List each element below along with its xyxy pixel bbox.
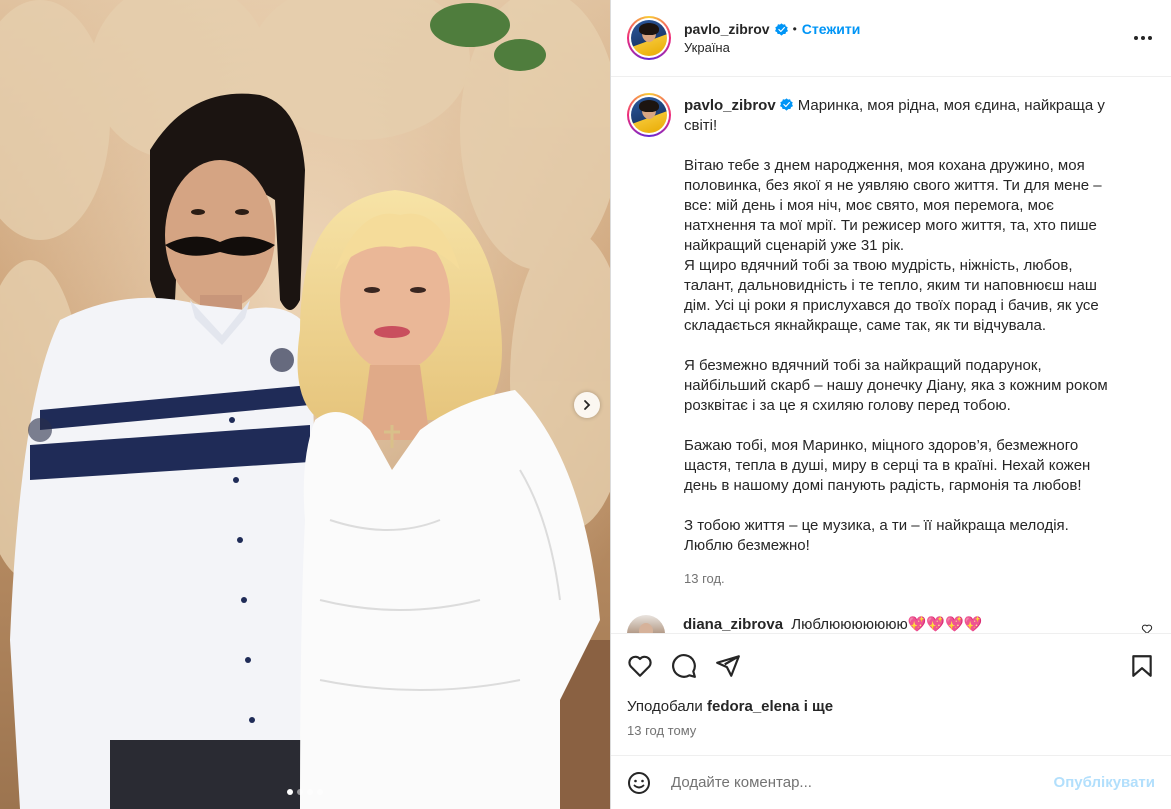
photo-illustration — [0, 0, 610, 809]
carousel-dot — [287, 789, 293, 795]
caption-avatar[interactable] — [627, 93, 671, 137]
likes-suffix[interactable]: і ще — [804, 698, 833, 715]
like-comment-icon[interactable] — [1141, 623, 1153, 633]
instagram-post: pavlo_zibrov • Стежити Україна pavlo_zib… — [0, 0, 1171, 809]
likes-prefix: Уподобали — [627, 698, 703, 715]
carousel-dot — [297, 789, 303, 795]
post-caption: pavlo_zibrov Маринка, моя рідна, моя єди… — [627, 93, 1155, 589]
likes-user[interactable]: fedora_elena — [707, 698, 800, 715]
verified-badge-icon — [779, 98, 793, 111]
comments-area[interactable]: pavlo_zibrov Маринка, моя рідна, моя єди… — [611, 77, 1171, 633]
follow-button[interactable]: Стежити — [802, 21, 861, 37]
caption-username[interactable]: pavlo_zibrov — [684, 97, 776, 114]
caption-paragraph: Я безмежно вдячний тобі за найкращий под… — [684, 357, 1108, 414]
carousel-dot — [317, 789, 323, 795]
header-username[interactable]: pavlo_zibrov — [684, 21, 770, 37]
verified-badge-icon — [774, 22, 788, 36]
header-separator: • — [792, 22, 797, 36]
more-options-button[interactable] — [1131, 26, 1155, 50]
bookmark-icon[interactable] — [1129, 653, 1155, 679]
comment-icon[interactable] — [671, 653, 697, 679]
post-header: pavlo_zibrov • Стежити Україна — [611, 0, 1171, 77]
next-slide-button[interactable] — [574, 392, 600, 418]
add-comment-bar: Опублікувати — [611, 755, 1171, 809]
comment-input[interactable] — [671, 774, 1034, 791]
more-horizontal-icon — [1134, 36, 1152, 40]
comment-avatar[interactable] — [627, 615, 665, 633]
caption-paragraph: Бажаю тобі, моя Маринко, міцного здоров’… — [684, 437, 1091, 494]
caption-time[interactable]: 13 год. — [684, 569, 1114, 589]
location-link[interactable]: Україна — [684, 40, 860, 55]
comment-text: Люблююююююю💖💖💖💖 — [791, 616, 983, 633]
post-actions: Уподобали fedora_elena і ще 13 год тому — [611, 633, 1171, 738]
caption-paragraph: Вітаю тебе з днем народження, моя кохана… — [684, 157, 1102, 334]
posted-time[interactable]: 13 год тому — [627, 723, 1155, 738]
comment-item: diana_zibrova Люблююююююю💖💖💖💖 — [627, 615, 1155, 633]
caption-paragraph: З тобою життя – це музика, а ти – її най… — [684, 517, 1069, 554]
post-side-panel: pavlo_zibrov • Стежити Україна pavlo_zib… — [610, 0, 1171, 809]
chevron-right-icon — [584, 400, 591, 410]
heart-icon[interactable] — [627, 653, 653, 679]
emoji-icon[interactable] — [627, 771, 651, 795]
publish-button[interactable]: Опублікувати — [1054, 774, 1155, 791]
carousel-indicator — [0, 789, 610, 795]
carousel-dot — [307, 789, 313, 795]
profile-avatar[interactable] — [627, 16, 671, 60]
likes-summary[interactable]: Уподобали fedora_elena і ще — [627, 698, 1155, 715]
post-photo[interactable] — [0, 0, 610, 809]
share-icon[interactable] — [715, 653, 741, 679]
comment-username[interactable]: diana_zibrova — [683, 616, 783, 633]
